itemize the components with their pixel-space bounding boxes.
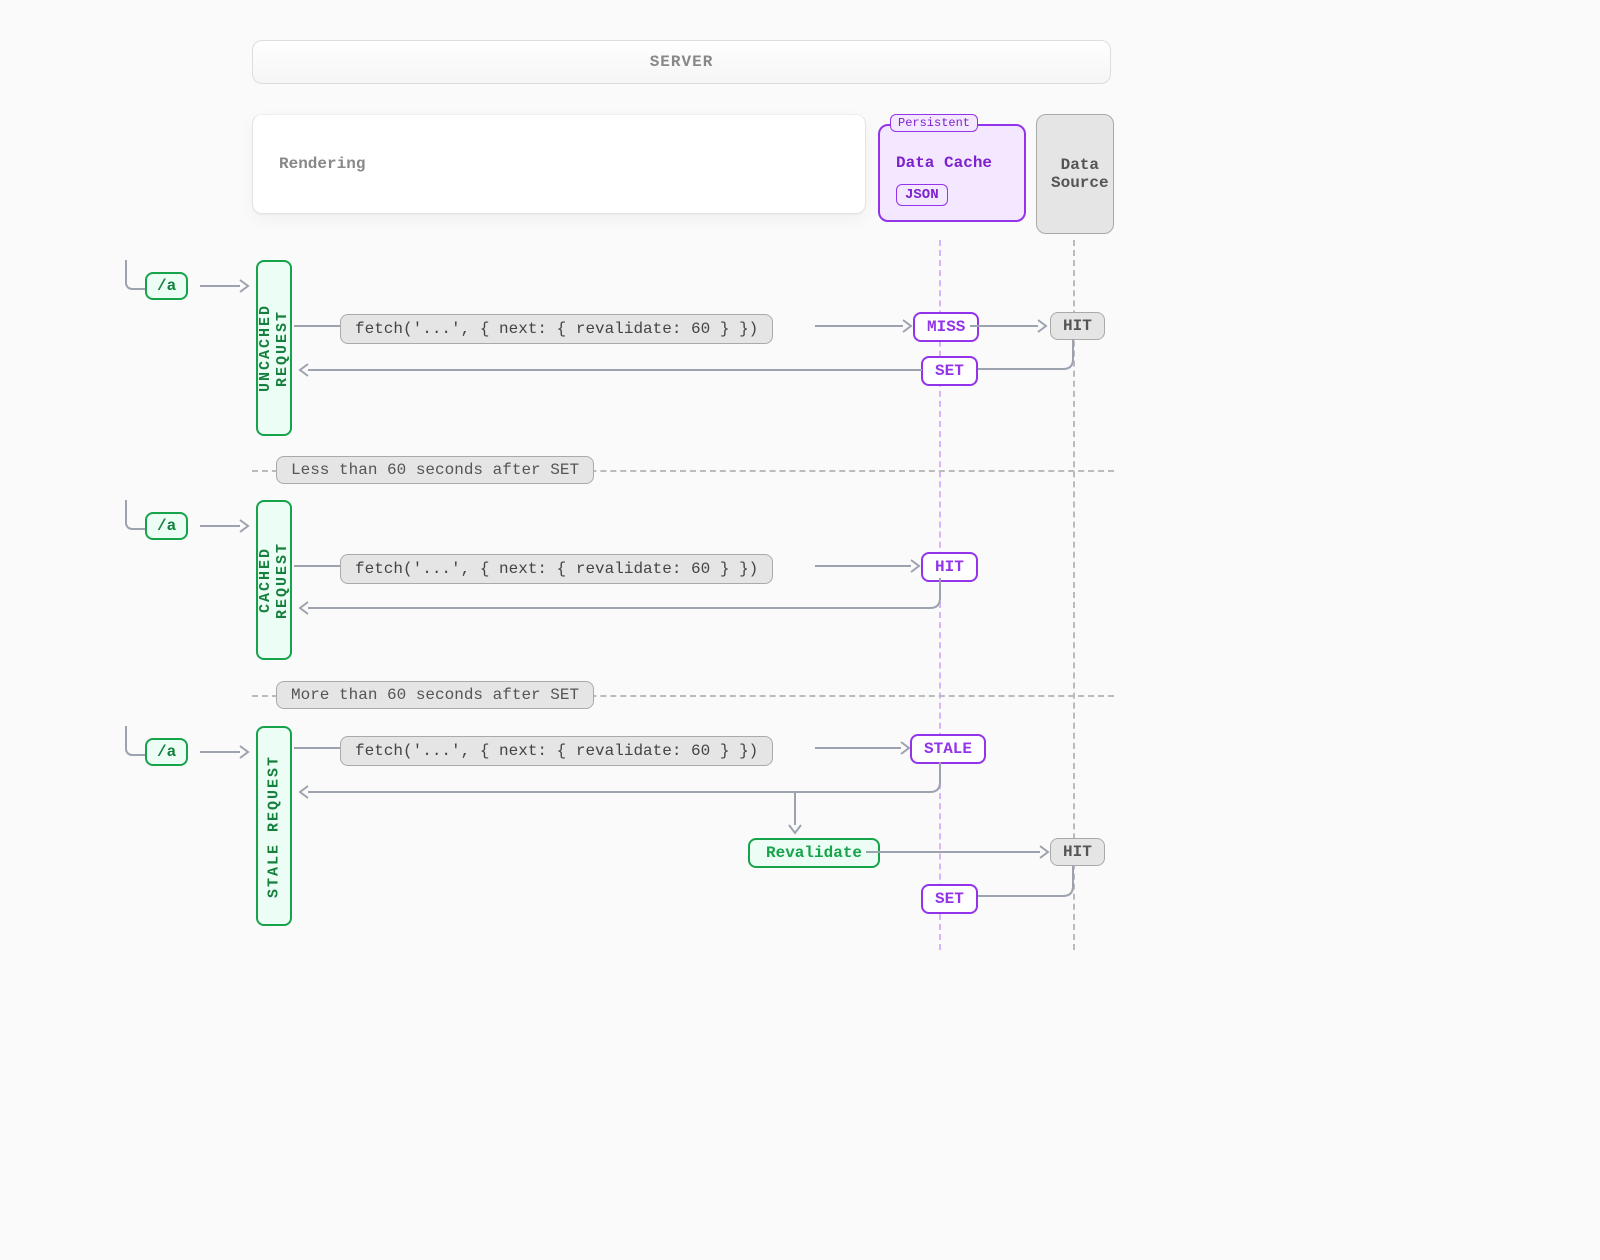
divider-2-label: More than 60 seconds after SET bbox=[276, 681, 594, 709]
persistent-tag: Persistent bbox=[890, 114, 978, 132]
arrow-down-revalidate bbox=[785, 791, 805, 835]
data-source-label: Data Source bbox=[1051, 156, 1109, 192]
connector-small-2 bbox=[294, 556, 346, 576]
revalidate-badge: Revalidate bbox=[748, 838, 880, 868]
arrow-route-1 bbox=[198, 276, 250, 296]
arrow-miss-to-source bbox=[970, 316, 1048, 336]
route-chip-2: /a bbox=[145, 512, 188, 540]
server-label: SERVER bbox=[650, 53, 714, 71]
route-chip-3: /a bbox=[145, 738, 188, 766]
connector-small-3 bbox=[294, 738, 346, 758]
data-source-box: Data Source bbox=[1036, 114, 1114, 234]
hit-source-badge-2: HIT bbox=[1050, 838, 1105, 866]
cache-flow-diagram: SERVER Rendering Persistent Data Cache J… bbox=[40, 40, 1560, 1220]
rendering-box: Rendering bbox=[252, 114, 866, 214]
arrow-source-to-set bbox=[965, 339, 1085, 379]
arrow-route-3 bbox=[198, 742, 250, 762]
arrow-to-hit bbox=[815, 556, 921, 576]
fetch-code-1: fetch('...', { next: { revalidate: 60 } … bbox=[340, 314, 773, 344]
json-tag: JSON bbox=[896, 184, 948, 206]
server-header: SERVER bbox=[252, 40, 1111, 84]
arrow-route-2 bbox=[198, 516, 250, 536]
lane-uncached: UNCACHED REQUEST bbox=[256, 260, 292, 436]
arrow-return-2 bbox=[296, 578, 948, 618]
arrow-to-miss bbox=[815, 316, 913, 336]
arrow-to-stale bbox=[815, 738, 913, 758]
connector-small-1 bbox=[294, 316, 346, 336]
divider-1-label: Less than 60 seconds after SET bbox=[276, 456, 594, 484]
rendering-label: Rendering bbox=[279, 155, 365, 173]
arrow-return-3 bbox=[296, 762, 948, 802]
hit-source-badge-1: HIT bbox=[1050, 312, 1105, 340]
route-chip-1: /a bbox=[145, 272, 188, 300]
stale-badge: STALE bbox=[910, 734, 986, 764]
lane-stale: STALE REQUEST bbox=[256, 726, 292, 926]
arrow-revalidate-to-source bbox=[866, 842, 1050, 862]
data-cache-label: Data Cache bbox=[896, 154, 1008, 172]
data-cache-box: Persistent Data Cache JSON bbox=[878, 124, 1026, 222]
set-badge-2: SET bbox=[921, 884, 978, 914]
set-badge-1: SET bbox=[921, 356, 978, 386]
arrow-return-1 bbox=[296, 360, 924, 380]
arrow-source-to-set-2 bbox=[965, 866, 1085, 906]
lane-cached: CACHED REQUEST bbox=[256, 500, 292, 660]
